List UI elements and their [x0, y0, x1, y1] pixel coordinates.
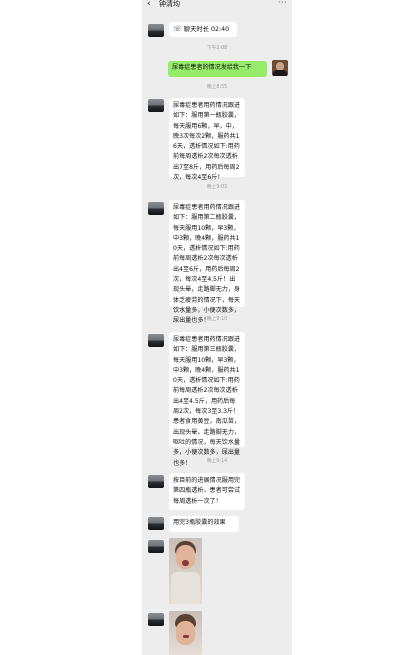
- contact-avatar[interactable]: [148, 24, 164, 37]
- phone-icon: ☏: [173, 25, 182, 34]
- call-record-bubble[interactable]: ☏ 聊天时长 02:40: [169, 22, 237, 37]
- call-duration-text: 聊天时长 02:40: [183, 25, 230, 33]
- chat-window: ‹ 钟清均 ··· ☏ 聊天时长 02:40 下午2:08 尿毒症患者的情况发给…: [142, 0, 292, 655]
- incoming-message-bubble[interactable]: 按目前的进展情况服用完第四瓶透析，患者可尝试每周透析一次了！: [169, 473, 245, 510]
- patient-photo[interactable]: [169, 611, 202, 655]
- incoming-message-bubble[interactable]: 尿毒症患者用药情况跟进如下：服用第二瓶胶囊，每天服用10颗，早3颗，中3颗，晚4…: [169, 200, 245, 324]
- timestamp: 晚上9:14: [206, 459, 228, 464]
- incoming-message-bubble[interactable]: 尿毒症患者用药情况跟进如下：服用第一瓶胶囊，每天服用6颗，早，中，晚3次每次2颗…: [169, 98, 245, 181]
- my-avatar[interactable]: [272, 60, 288, 76]
- contact-avatar[interactable]: [148, 99, 164, 112]
- patient-photo[interactable]: [169, 538, 202, 604]
- timestamp: 下午2:08: [206, 46, 228, 51]
- contact-avatar[interactable]: [148, 540, 164, 553]
- timestamp: 晚上8:55: [206, 85, 228, 90]
- contact-avatar[interactable]: [148, 334, 164, 347]
- contact-avatar[interactable]: [148, 202, 164, 215]
- outgoing-message-bubble[interactable]: 尿毒症患者的情况发给我一下: [168, 61, 267, 77]
- contact-avatar[interactable]: [148, 613, 164, 626]
- contact-avatar[interactable]: [148, 517, 164, 530]
- timestamp: 晚上9:03: [206, 185, 228, 190]
- incoming-message-bubble[interactable]: 尿毒症患者用药情况跟进如下：服用第三瓶胶囊，每天服用10颗，早3颗，中3颗，晚4…: [169, 332, 245, 467]
- contact-avatar[interactable]: [148, 475, 164, 488]
- incoming-message-bubble[interactable]: 用完3瓶胶囊的效果: [169, 516, 239, 532]
- chevron-left-icon[interactable]: ‹: [147, 0, 151, 9]
- timestamp: 晚上9:10: [206, 317, 228, 322]
- chat-title: 钟清均: [159, 0, 180, 8]
- chat-header: ‹ 钟清均 ···: [142, 0, 292, 12]
- more-dots-icon[interactable]: ···: [278, 0, 287, 7]
